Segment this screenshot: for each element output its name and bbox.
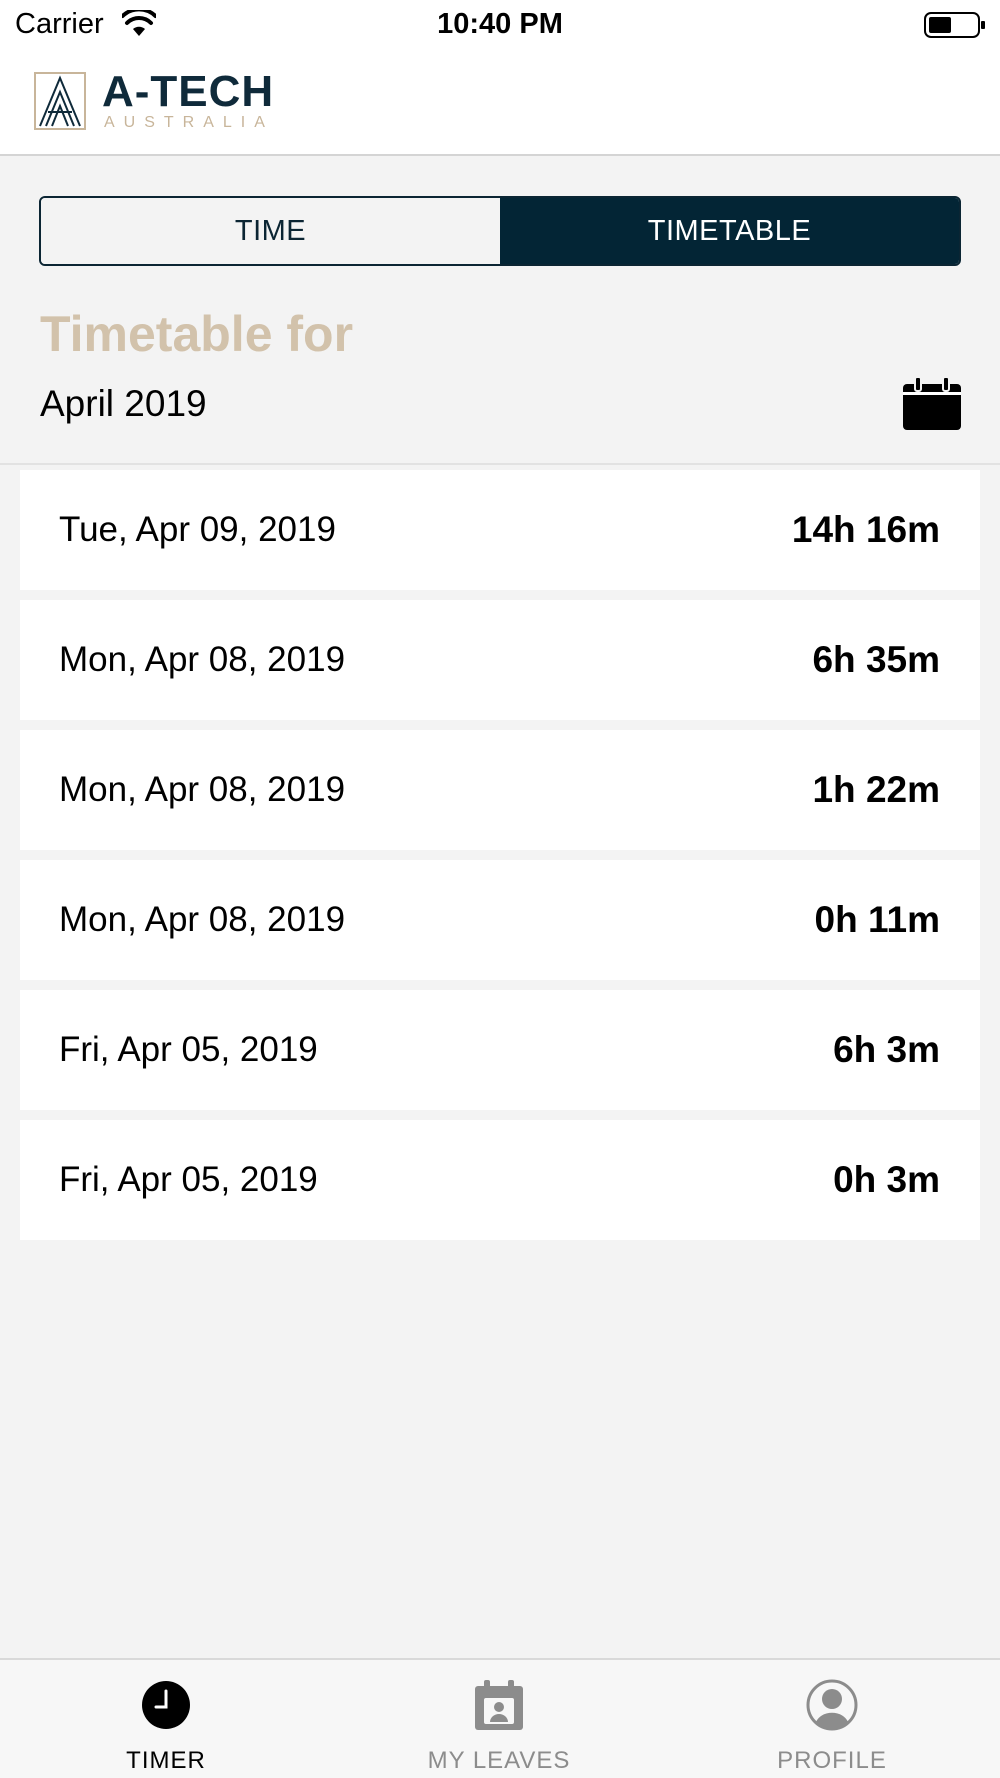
view-segmented-control: TIME TIMETABLE bbox=[39, 196, 961, 266]
tab-timer-label: TIMER bbox=[126, 1747, 206, 1774]
bottom-tab-bar: TIMER MY LEAVES PROFILE bbox=[0, 1658, 1000, 1778]
tab-timetable[interactable]: TIMETABLE bbox=[500, 198, 959, 264]
list-item[interactable]: Fri, Apr 05, 2019 6h 3m bbox=[20, 990, 980, 1110]
tab-my-leaves-label: MY LEAVES bbox=[427, 1747, 571, 1774]
calendar-icon[interactable] bbox=[901, 376, 963, 432]
selected-month: April 2019 bbox=[40, 383, 207, 424]
tab-time[interactable]: TIME bbox=[41, 198, 500, 264]
logo-subtitle: AUSTRALIA bbox=[104, 114, 274, 131]
entry-duration: 14h 16m bbox=[791, 509, 940, 550]
entry-duration: 0h 11m bbox=[814, 899, 940, 940]
entry-date: Fri, Apr 05, 2019 bbox=[59, 1160, 318, 1199]
entry-duration: 6h 35m bbox=[812, 639, 940, 680]
tab-profile-label: PROFILE bbox=[777, 1747, 887, 1774]
clock-time: 10:40 PM bbox=[437, 8, 563, 40]
entry-date: Mon, Apr 08, 2019 bbox=[59, 640, 346, 679]
tab-timer[interactable]: TIMER bbox=[46, 1660, 286, 1778]
tab-my-leaves[interactable]: MY LEAVES bbox=[379, 1660, 619, 1778]
entry-duration: 0h 3m bbox=[833, 1159, 940, 1200]
divider bbox=[0, 463, 1000, 465]
entry-date: Mon, Apr 08, 2019 bbox=[59, 770, 346, 809]
user-circle-icon bbox=[806, 1679, 858, 1731]
tab-profile[interactable]: PROFILE bbox=[712, 1660, 952, 1778]
list-item[interactable]: Mon, Apr 08, 2019 1h 22m bbox=[20, 730, 980, 850]
clock-icon bbox=[142, 1681, 190, 1729]
logo-wordmark: A-TECH bbox=[102, 67, 275, 116]
list-item[interactable]: Tue, Apr 09, 2019 14h 16m bbox=[20, 470, 980, 590]
entry-duration: 1h 22m bbox=[812, 769, 940, 810]
list-item[interactable]: Fri, Apr 05, 2019 0h 3m bbox=[20, 1120, 980, 1240]
a-tech-logo-icon bbox=[34, 72, 86, 130]
page-title: Timetable for bbox=[40, 306, 354, 362]
list-item[interactable]: Mon, Apr 08, 2019 6h 35m bbox=[20, 600, 980, 720]
status-bar: Carrier 10:40 PM bbox=[0, 0, 1000, 50]
timetable-list: Tue, Apr 09, 2019 14h 16m Mon, Apr 08, 2… bbox=[20, 470, 980, 1250]
entry-date: Fri, Apr 05, 2019 bbox=[59, 1030, 318, 1069]
entry-duration: 6h 3m bbox=[833, 1029, 940, 1070]
app-header: A-TECH AUSTRALIA bbox=[0, 50, 1000, 156]
list-item[interactable]: Mon, Apr 08, 2019 0h 11m bbox=[20, 860, 980, 980]
battery-icon bbox=[924, 12, 985, 38]
calendar-badge-icon bbox=[475, 1680, 523, 1730]
entry-date: Tue, Apr 09, 2019 bbox=[59, 510, 336, 549]
entry-date: Mon, Apr 08, 2019 bbox=[59, 900, 346, 939]
